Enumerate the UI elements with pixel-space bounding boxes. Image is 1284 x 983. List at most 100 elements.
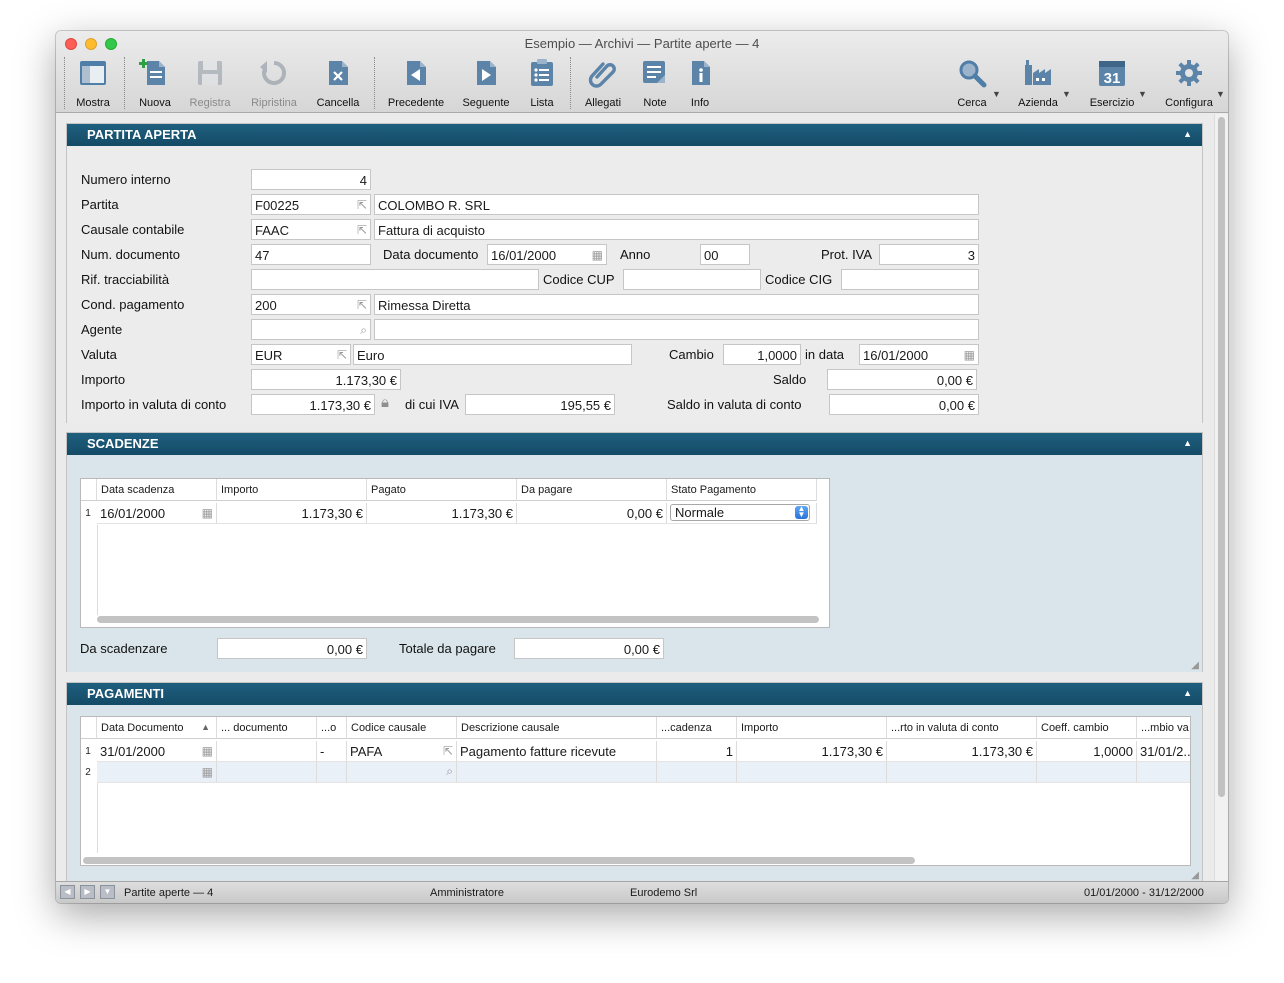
cambio-data-field[interactable]: 16/01/2000 ▦ bbox=[859, 344, 979, 365]
search-icon[interactable]: ⌕ bbox=[446, 764, 453, 779]
column-header[interactable]: Pagato bbox=[367, 479, 517, 501]
esercizio-button[interactable]: 31 Esercizio bbox=[1086, 55, 1138, 111]
calendar-icon[interactable]: ▦ bbox=[202, 765, 213, 779]
column-header[interactable]: Data scadenza bbox=[97, 479, 217, 501]
resize-grip-icon[interactable]: ◢ bbox=[1191, 870, 1199, 881]
allegati-button[interactable]: Allegati bbox=[580, 55, 626, 111]
table-cell[interactable]: 31/01/2000 ▦ bbox=[97, 741, 217, 762]
table-cell[interactable]: 1 bbox=[657, 741, 737, 762]
table-cell[interactable]: 1.173,30 € bbox=[737, 741, 887, 762]
calendar-icon[interactable]: ▦ bbox=[202, 744, 213, 758]
lookup-arrow-icon[interactable]: ⇱ bbox=[337, 348, 347, 362]
dropdown-arrow-icon[interactable]: ▼ bbox=[100, 885, 115, 899]
next-arrow-icon[interactable]: ▶ bbox=[80, 885, 95, 899]
horizontal-scrollbar[interactable] bbox=[83, 857, 915, 864]
partita-aperta-header[interactable]: PARTITA APERTA ▲ bbox=[67, 124, 1202, 146]
stato-pagamento-select[interactable]: Normale ▲ ▼ bbox=[670, 504, 810, 521]
column-header[interactable]: ...rto in valuta di conto bbox=[887, 717, 1037, 739]
partita-name-field[interactable]: COLOMBO R. SRL bbox=[374, 194, 979, 215]
search-icon[interactable]: ⌕ bbox=[360, 323, 367, 338]
table-cell[interactable] bbox=[887, 762, 1037, 783]
pagamenti-header[interactable]: PAGAMENTI ▲ bbox=[67, 683, 1202, 705]
vertical-scrollbar[interactable] bbox=[1214, 114, 1228, 881]
column-header[interactable]: Data Documento ▲ bbox=[97, 717, 217, 739]
column-header[interactable]: Stato Pagamento bbox=[667, 479, 817, 501]
scrollbar-thumb[interactable] bbox=[1218, 117, 1225, 797]
column-header[interactable]: Importo bbox=[217, 479, 367, 501]
codice-cup-field[interactable] bbox=[623, 269, 761, 290]
table-cell[interactable] bbox=[217, 741, 317, 762]
agente-code-field[interactable]: ⌕ bbox=[251, 319, 371, 340]
di-cui-iva-field[interactable]: 195,55 € bbox=[465, 394, 615, 415]
calendar-icon[interactable]: ▦ bbox=[592, 248, 603, 262]
table-cell[interactable]: 1.173,30 € bbox=[217, 503, 367, 524]
lookup-arrow-icon[interactable]: ⇱ bbox=[443, 744, 453, 758]
cambio-field[interactable]: 1,0000 bbox=[723, 344, 801, 365]
collapse-caret-icon[interactable]: ▲ bbox=[1183, 688, 1192, 698]
collapse-caret-icon[interactable]: ▲ bbox=[1183, 438, 1192, 448]
da-scadenzare-field[interactable]: 0,00 € bbox=[217, 638, 367, 659]
configura-menu-caret-icon[interactable]: ▼ bbox=[1216, 89, 1225, 99]
precedente-button[interactable]: Precedente bbox=[384, 55, 448, 111]
cancella-button[interactable]: Cancella bbox=[314, 55, 362, 111]
column-header[interactable]: Codice causale bbox=[347, 717, 457, 739]
info-button[interactable]: Info bbox=[682, 55, 718, 111]
importo-valuta-conto-field[interactable]: 1.173,30 € bbox=[251, 394, 375, 415]
horizontal-scrollbar[interactable] bbox=[97, 616, 819, 623]
mostra-button[interactable]: Mostra bbox=[70, 55, 116, 111]
lookup-arrow-icon[interactable]: ⇱ bbox=[357, 198, 367, 212]
lookup-arrow-icon[interactable]: ⇱ bbox=[357, 223, 367, 237]
saldo-field[interactable]: 0,00 € bbox=[827, 369, 977, 390]
table-cell[interactable] bbox=[1137, 762, 1190, 783]
table-cell[interactable] bbox=[657, 762, 737, 783]
azienda-menu-caret-icon[interactable]: ▼ bbox=[1062, 89, 1071, 99]
resize-grip-icon[interactable]: ◢ bbox=[1191, 660, 1199, 671]
collapse-caret-icon[interactable]: ▲ bbox=[1183, 129, 1192, 139]
table-cell[interactable]: ⌕ bbox=[347, 762, 457, 783]
ripristina-button[interactable]: Ripristina bbox=[246, 55, 302, 111]
cond-pagamento-code-field[interactable]: 200 ⇱ bbox=[251, 294, 371, 315]
esercizio-menu-caret-icon[interactable]: ▼ bbox=[1138, 89, 1147, 99]
importo-field[interactable]: 1.173,30 € bbox=[251, 369, 401, 390]
configura-button[interactable]: Configura bbox=[1162, 55, 1216, 111]
cerca-menu-caret-icon[interactable]: ▼ bbox=[992, 89, 1001, 99]
table-cell[interactable] bbox=[217, 762, 317, 783]
agente-desc-field[interactable] bbox=[374, 319, 979, 340]
lock-icon[interactable]: 🔒︎ bbox=[381, 394, 389, 411]
column-header[interactable]: ...o bbox=[317, 717, 347, 739]
partita-code-field[interactable]: F00225 ⇱ bbox=[251, 194, 371, 215]
table-cell[interactable]: - bbox=[317, 741, 347, 762]
previous-arrow-icon[interactable]: ◀ bbox=[60, 885, 75, 899]
causale-code-field[interactable]: FAAC ⇱ bbox=[251, 219, 371, 240]
numero-interno-field[interactable]: 4 bbox=[251, 169, 371, 190]
calendar-icon[interactable]: ▦ bbox=[202, 506, 213, 520]
table-cell[interactable]: Pagamento fatture ricevute bbox=[457, 741, 657, 762]
table-cell[interactable]: 31/01/2... bbox=[1137, 741, 1190, 762]
nuova-button[interactable]: Nuova bbox=[134, 55, 176, 111]
table-cell[interactable] bbox=[317, 762, 347, 783]
note-button[interactable]: Note bbox=[636, 55, 674, 111]
registra-button[interactable]: Registra bbox=[186, 55, 234, 111]
prot-iva-field[interactable]: 3 bbox=[879, 244, 979, 265]
totale-da-pagare-field[interactable]: 0,00 € bbox=[514, 638, 664, 659]
column-header[interactable]: Da pagare bbox=[517, 479, 667, 501]
scadenze-header[interactable]: SCADENZE ▲ bbox=[67, 433, 1202, 455]
rif-tracciabilita-field[interactable] bbox=[251, 269, 539, 290]
num-documento-field[interactable]: 47 bbox=[251, 244, 371, 265]
causale-desc-field[interactable]: Fattura di acquisto bbox=[374, 219, 979, 240]
column-header[interactable]: Descrizione causale bbox=[457, 717, 657, 739]
lista-button[interactable]: Lista bbox=[522, 55, 562, 111]
codice-cig-field[interactable] bbox=[841, 269, 979, 290]
anno-field[interactable]: 00 bbox=[700, 244, 750, 265]
valuta-code-field[interactable]: EUR ⇱ bbox=[251, 344, 351, 365]
table-cell[interactable]: 0,00 € bbox=[517, 503, 667, 524]
table-cell[interactable] bbox=[1037, 762, 1137, 783]
saldo-valuta-conto-field[interactable]: 0,00 € bbox=[829, 394, 979, 415]
table-cell[interactable]: 1.173,30 € bbox=[887, 741, 1037, 762]
table-cell[interactable]: 1.173,30 € bbox=[367, 503, 517, 524]
seguente-button[interactable]: Seguente bbox=[458, 55, 514, 111]
table-cell[interactable]: 1,0000 bbox=[1037, 741, 1137, 762]
table-cell[interactable]: 16/01/2000 ▦ bbox=[97, 503, 217, 524]
column-header[interactable]: ...cadenza bbox=[657, 717, 737, 739]
column-header[interactable]: Importo bbox=[737, 717, 887, 739]
